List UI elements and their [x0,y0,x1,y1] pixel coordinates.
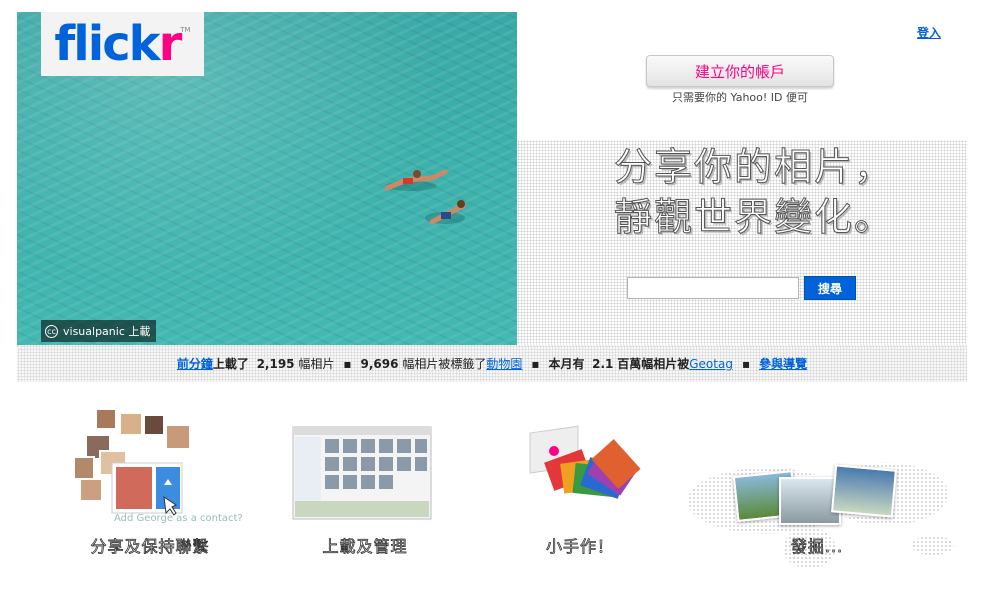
yahoo-id-note: 只需要你的 Yahoo! ID 便可 [672,91,808,104]
tour-link[interactable]: 參與導覽 [759,357,807,371]
upload-unit: 幅相片 [298,357,335,371]
geotag-unit: 百萬幅相片被 [617,357,690,371]
signin-link-wrap: 登入 [917,24,941,41]
feature-explore[interactable]: 發掘... [715,405,935,585]
contacts-collage-icon [73,408,191,516]
search-input[interactable] [627,277,799,299]
photo-credit-text: visualpanic 上載 [63,325,151,338]
hero-photo[interactable]: flick r TM cc visualpanic 上載 [17,12,517,345]
geotag-link[interactable]: Geotag [689,357,733,371]
feature-share-label[interactable]: 分享及保持聯繫 [40,533,260,557]
logo-text-pink: r [158,16,183,72]
tagline: 分享你的相片， 靜觀世界變化。 [614,142,914,242]
flickr-logo[interactable]: flick r TM [41,12,204,76]
feature-explore-label[interactable]: 發掘... [707,533,927,557]
swimmers-illustration [384,169,466,225]
tagline-line1: 分享你的相片， [614,145,895,190]
recent-minute-link[interactable]: 前分鐘 [177,357,213,371]
upload-count: 2,195 [256,356,295,371]
this-month-text: 本月有 [548,357,585,371]
explore-photo-3 [831,464,897,518]
uploaded-text: 上載了 [212,357,249,371]
tagged-unit: 幅相片被標籤了 [402,357,487,371]
creative-commons-icon: cc [45,324,58,338]
feature-make-label[interactable]: 小手作！ [470,533,690,557]
feature-share[interactable]: Add George as a contact? 分享及保持聯繫 [40,405,260,585]
photo-credit[interactable]: cc visualpanic 上載 [41,320,157,342]
animals-link[interactable]: 動物園 [486,355,522,372]
logo-text-blue: flick [54,16,160,72]
signin-link[interactable]: 登入 [917,26,941,40]
share-caption: Add George as a contact? [114,513,243,524]
bullet-separator: ▪ [741,356,751,371]
search-button[interactable]: 搜尋 [804,276,856,300]
organizer-screenshot-icon [292,426,432,520]
tagged-count: 9,696 [360,356,399,371]
logo-tm: TM [180,26,191,34]
feature-make[interactable]: 小手作！ [470,405,690,585]
feature-upload[interactable]: 上載及管理 [255,405,475,585]
bullet-separator: ▪ [531,356,540,371]
bullet-separator: ▪ [343,356,352,371]
photo-prints-icon [529,425,641,499]
tagline-line2: 靜觀世界變化。 [614,195,895,240]
feature-upload-label[interactable]: 上載及管理 [255,533,475,557]
create-account-button[interactable]: 建立你的帳戶 [646,55,834,87]
geotag-count: 2.1 [592,356,614,371]
stats-bar: 前分鐘 上載了 2,195 幅相片 ▪ 9,696 幅相片被標籤了 動物園 ▪ … [17,345,967,382]
